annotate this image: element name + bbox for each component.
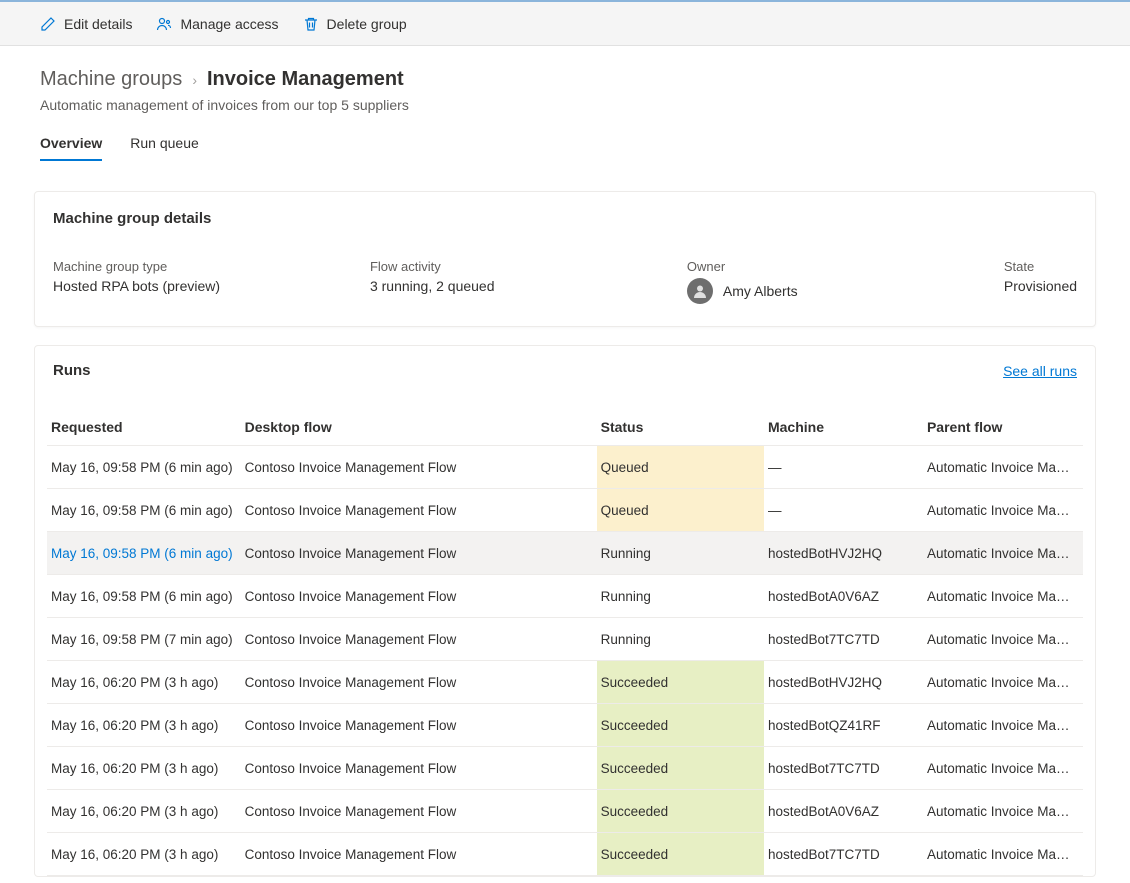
- cell-parent-flow: Automatic Invoice Manage...: [923, 575, 1083, 618]
- cell-parent-flow: Automatic Invoice Manage...: [923, 790, 1083, 833]
- cell-desktop-flow: Contoso Invoice Management Flow: [241, 790, 597, 833]
- avatar: [687, 278, 713, 304]
- cell-parent-flow: Automatic Invoice Manage...: [923, 618, 1083, 661]
- page-title: Invoice Management: [207, 68, 404, 91]
- cell-parent-flow: Automatic Invoice Manage...: [923, 489, 1083, 532]
- person-icon: [692, 283, 708, 299]
- table-row[interactable]: May 16, 06:20 PM (3 h ago)Contoso Invoic…: [47, 833, 1083, 876]
- type-value: Hosted RPA bots (preview): [53, 278, 350, 294]
- activity-value: 3 running, 2 queued: [370, 278, 667, 294]
- cell-status: Succeeded: [597, 661, 764, 704]
- table-row[interactable]: May 16, 09:58 PM (6 min ago)Contoso Invo…: [47, 532, 1083, 575]
- cell-status: Succeeded: [597, 704, 764, 747]
- details-title: Machine group details: [35, 192, 1095, 227]
- tab-overview[interactable]: Overview: [40, 135, 102, 161]
- cell-desktop-flow: Contoso Invoice Management Flow: [241, 704, 597, 747]
- col-parent-flow[interactable]: Parent flow: [923, 409, 1083, 446]
- cell-requested: May 16, 09:58 PM (6 min ago): [47, 446, 241, 489]
- delete-group-label: Delete group: [327, 16, 407, 32]
- type-label: Machine group type: [53, 259, 350, 274]
- cell-status: Queued: [597, 446, 764, 489]
- cell-machine: hostedBotHVJ2HQ: [764, 532, 923, 575]
- breadcrumb-parent[interactable]: Machine groups: [40, 68, 182, 91]
- cell-requested: May 16, 06:20 PM (3 h ago): [47, 833, 241, 876]
- state-label: State: [1004, 259, 1077, 274]
- cell-parent-flow: Automatic Invoice Manage...: [923, 833, 1083, 876]
- cell-status: Running: [597, 575, 764, 618]
- cell-requested: May 16, 09:58 PM (6 min ago): [47, 489, 241, 532]
- manage-access-label: Manage access: [180, 16, 278, 32]
- cell-parent-flow: Automatic Invoice Manage...: [923, 704, 1083, 747]
- cell-requested: May 16, 06:20 PM (3 h ago): [47, 790, 241, 833]
- runs-card: Runs See all runs Requested Desktop flow…: [34, 345, 1096, 877]
- cell-desktop-flow: Contoso Invoice Management Flow: [241, 575, 597, 618]
- table-row[interactable]: May 16, 09:58 PM (6 min ago)Contoso Invo…: [47, 575, 1083, 618]
- cell-parent-flow: Automatic Invoice Manage...: [923, 446, 1083, 489]
- col-status[interactable]: Status: [597, 409, 764, 446]
- cell-desktop-flow: Contoso Invoice Management Flow: [241, 618, 597, 661]
- cell-requested: May 16, 09:58 PM (7 min ago): [47, 618, 241, 661]
- command-bar: Edit details Manage access Delete group: [0, 2, 1130, 46]
- edit-details-button[interactable]: Edit details: [40, 16, 132, 32]
- manage-access-button[interactable]: Manage access: [156, 16, 278, 32]
- cell-machine: hostedBotHVJ2HQ: [764, 661, 923, 704]
- col-desktop-flow[interactable]: Desktop flow: [241, 409, 597, 446]
- table-row[interactable]: May 16, 09:58 PM (6 min ago)Contoso Invo…: [47, 446, 1083, 489]
- cell-requested: May 16, 09:58 PM (6 min ago): [47, 532, 241, 575]
- cell-status: Succeeded: [597, 790, 764, 833]
- table-row[interactable]: May 16, 09:58 PM (7 min ago)Contoso Invo…: [47, 618, 1083, 661]
- owner-value: Amy Alberts: [723, 283, 798, 299]
- cell-machine: hostedBot7TC7TD: [764, 618, 923, 661]
- cell-desktop-flow: Contoso Invoice Management Flow: [241, 833, 597, 876]
- state-value: Provisioned: [1004, 278, 1077, 294]
- cell-requested: May 16, 09:58 PM (6 min ago): [47, 575, 241, 618]
- chevron-right-icon: ›: [192, 72, 197, 88]
- owner-label: Owner: [687, 259, 984, 274]
- pencil-icon: [40, 16, 56, 32]
- cell-machine: hostedBot7TC7TD: [764, 747, 923, 790]
- people-icon: [156, 16, 172, 32]
- tab-run-queue[interactable]: Run queue: [130, 135, 199, 161]
- cell-requested: May 16, 06:20 PM (3 h ago): [47, 704, 241, 747]
- cell-parent-flow: Automatic Invoice Manage...: [923, 661, 1083, 704]
- table-row[interactable]: May 16, 06:20 PM (3 h ago)Contoso Invoic…: [47, 747, 1083, 790]
- table-row[interactable]: May 16, 06:20 PM (3 h ago)Contoso Invoic…: [47, 790, 1083, 833]
- activity-label: Flow activity: [370, 259, 667, 274]
- trash-icon: [303, 16, 319, 32]
- cell-machine: hostedBotA0V6AZ: [764, 790, 923, 833]
- breadcrumb: Machine groups › Invoice Management: [40, 68, 1090, 91]
- edit-details-label: Edit details: [64, 16, 132, 32]
- cell-machine: hostedBot7TC7TD: [764, 833, 923, 876]
- page-subtitle: Automatic management of invoices from ou…: [40, 97, 1090, 113]
- cell-machine: —: [764, 489, 923, 532]
- cell-status: Running: [597, 618, 764, 661]
- table-row[interactable]: May 16, 06:20 PM (3 h ago)Contoso Invoic…: [47, 661, 1083, 704]
- cell-desktop-flow: Contoso Invoice Management Flow: [241, 532, 597, 575]
- cell-machine: hostedBotQZ41RF: [764, 704, 923, 747]
- col-requested[interactable]: Requested: [47, 409, 241, 446]
- cell-machine: —: [764, 446, 923, 489]
- table-row[interactable]: May 16, 09:58 PM (6 min ago)Contoso Invo…: [47, 489, 1083, 532]
- cell-status: Succeeded: [597, 833, 764, 876]
- delete-group-button[interactable]: Delete group: [303, 16, 407, 32]
- cell-desktop-flow: Contoso Invoice Management Flow: [241, 661, 597, 704]
- machine-group-details-card: Machine group details Machine group type…: [34, 191, 1096, 327]
- cell-status: Succeeded: [597, 747, 764, 790]
- cell-requested: May 16, 06:20 PM (3 h ago): [47, 661, 241, 704]
- cell-desktop-flow: Contoso Invoice Management Flow: [241, 446, 597, 489]
- cell-desktop-flow: Contoso Invoice Management Flow: [241, 747, 597, 790]
- cell-desktop-flow: Contoso Invoice Management Flow: [241, 489, 597, 532]
- cell-machine: hostedBotA0V6AZ: [764, 575, 923, 618]
- cell-parent-flow: Automatic Invoice Manage...: [923, 532, 1083, 575]
- cell-parent-flow: Automatic Invoice Manage...: [923, 747, 1083, 790]
- see-all-runs-link[interactable]: See all runs: [1003, 363, 1077, 379]
- runs-title: Runs: [53, 362, 91, 379]
- cell-status: Queued: [597, 489, 764, 532]
- table-row[interactable]: May 16, 06:20 PM (3 h ago)Contoso Invoic…: [47, 704, 1083, 747]
- col-machine[interactable]: Machine: [764, 409, 923, 446]
- cell-requested: May 16, 06:20 PM (3 h ago): [47, 747, 241, 790]
- runs-table: Requested Desktop flow Status Machine Pa…: [47, 409, 1083, 876]
- cell-status: Running: [597, 532, 764, 575]
